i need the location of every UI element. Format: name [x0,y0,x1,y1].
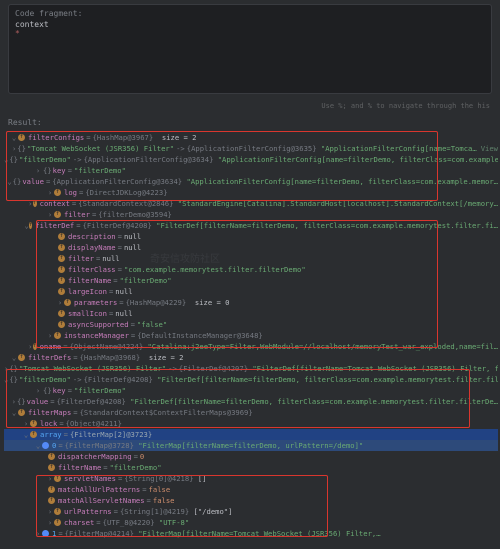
object-icon [42,530,49,537]
field-icon: f [58,255,65,262]
field-icon: f [18,409,25,416]
chevron-down-icon[interactable] [4,154,8,165]
field-icon: f [54,189,61,196]
field-icon: f [54,475,61,482]
node-log[interactable]: flog={DirectJDKLog@4223} [4,187,498,198]
chevron-down-icon[interactable] [7,176,11,187]
chevron-right-icon[interactable] [56,297,64,308]
node-fc-entry0[interactable]: {}"Tomcat WebSocket (JSR356) Filter"->{A… [4,143,498,154]
node-dispatcherMapping[interactable]: fdispatcherMapping=0 [4,451,498,462]
field-icon: f [29,222,32,229]
field-icon: f [58,277,65,284]
field-icon: f [58,266,65,273]
node-fm-filterName[interactable]: ffilterName="filterDemo" [4,462,498,473]
chevron-right-icon[interactable] [46,473,54,484]
chevron-right-icon[interactable] [46,187,54,198]
node-fc-entry1[interactable]: {}"filterDemo"->{ApplicationFilterConfig… [4,154,498,165]
field-icon: f [58,310,65,317]
node-asyncSupported[interactable]: fasyncSupported="false" [4,319,498,330]
node-array[interactable]: farray={FilterMap[2]@3723} [4,429,498,440]
chevron-down-icon[interactable] [34,440,42,451]
node-fd-e1-key[interactable]: {}key="filterDemo" [4,385,498,396]
node-array-0[interactable]: 0={FilterMap@3728} "FilterMap[filterName… [4,440,498,451]
field-icon: f [58,288,65,295]
view-link[interactable]: View [481,143,498,154]
node-context[interactable]: fcontext={StandardContext@2846} "Standar… [4,198,498,209]
node-filter[interactable]: ffilter={filterDemo@3594} [4,209,498,220]
node-displayName[interactable]: fdisplayName=null [4,242,498,253]
field-icon: f [58,244,65,251]
node-filterClass[interactable]: ffilterClass="com.example.memorytest.fil… [4,264,498,275]
chevron-down-icon[interactable] [4,374,8,385]
history-hint: Use %; and % to navigate through the his [321,102,490,110]
node-filterDef[interactable]: ffilterDef={FilterDef@4208} "FilterDef[f… [4,220,498,231]
node-filterDefs[interactable]: ffilterDefs={HashMap@3968} size = 2 [4,352,498,363]
node-servletNames[interactable]: fservletNames={String[0]@4218} [] [4,473,498,484]
code-fragment-input[interactable]: context [15,20,485,29]
node-lock[interactable]: flock={Object@4211} [4,418,498,429]
field-icon: f [30,420,37,427]
chevron-down-icon[interactable] [10,407,18,418]
chevron-right-icon[interactable] [12,143,16,154]
chevron-down-icon[interactable] [10,132,18,143]
node-fd-entry0[interactable]: {}"Tomcat WebSocket (JSR356) Filter"->{F… [4,363,498,374]
field-icon: f [54,332,61,339]
field-icon: f [48,497,55,504]
code-fragment-caret: * [15,29,485,38]
field-icon: f [18,134,25,141]
chevron-right-icon[interactable] [22,418,30,429]
field-icon: f [64,299,71,306]
node-charset[interactable]: fcharset={UTF_8@4220} "UTF-8" [4,517,498,528]
chevron-right-icon[interactable] [4,363,8,374]
code-fragment-label: Code fragment: [15,9,485,18]
node-largeIcon[interactable]: flargeIcon=null [4,286,498,297]
field-icon: f [30,431,37,438]
node-matchAllServletNames[interactable]: fmatchAllServletNames=false [4,495,498,506]
code-fragment-panel: Code fragment: context * [8,4,492,94]
field-icon: f [48,464,55,471]
chevron-right-icon[interactable] [12,396,16,407]
field-icon: f [48,453,55,460]
field-icon: f [58,233,65,240]
result-label: Result: [8,118,42,127]
chevron-right-icon[interactable] [46,517,54,528]
node-filterMaps[interactable]: ffilterMaps={StandardContext$ContextFilt… [4,407,498,418]
node-fd-e1-value[interactable]: {}value={FilterDef@4208} "FilterDef[filt… [4,396,498,407]
field-icon: f [58,321,65,328]
field-icon: f [54,519,61,526]
chevron-right-icon[interactable] [46,506,54,517]
node-array-1[interactable]: 1={FilterMap@4214} "FilterMap[filterName… [4,528,498,539]
chevron-down-icon[interactable] [10,352,18,363]
node-fc-e1-value[interactable]: {}value={ApplicationFilterConfig@3634} "… [4,176,498,187]
node-smallIcon[interactable]: fsmallIcon=null [4,308,498,319]
field-icon: f [18,354,25,361]
node-fc-e1-key[interactable]: {}key="filterDemo" [4,165,498,176]
field-icon: f [33,200,37,207]
result-tree[interactable]: ffilterConfigs={HashMap@3967} size = 2 {… [4,132,498,545]
chevron-right-icon[interactable] [34,165,42,176]
chevron-right-icon[interactable] [28,198,33,209]
chevron-right-icon[interactable] [46,209,54,220]
chevron-right-icon[interactable] [46,330,54,341]
node-parameters[interactable]: fparameters={HashMap@4229} size = 0 [4,297,498,308]
object-icon [42,442,49,449]
field-icon: f [48,486,55,493]
node-description[interactable]: fdescription=null [4,231,498,242]
field-icon: f [54,211,61,218]
field-icon: f [33,343,37,350]
chevron-right-icon[interactable] [28,341,33,352]
node-filterConfigs[interactable]: ffilterConfigs={HashMap@3967} size = 2 [4,132,498,143]
chevron-down-icon[interactable] [22,429,30,440]
chevron-right-icon[interactable] [34,528,42,539]
node-filter-inner[interactable]: ffilter=null [4,253,498,264]
node-fd-entry1[interactable]: {}"filterDemo"->{FilterDef@4208} "Filter… [4,374,498,385]
node-matchAllUrlPatterns[interactable]: fmatchAllUrlPatterns=false [4,484,498,495]
node-urlPatterns[interactable]: furlPatterns={String[1]@4219} ["/demo"] [4,506,498,517]
chevron-right-icon[interactable] [34,385,42,396]
node-oname[interactable]: foname={ObjectName@4224} "Catalina:j2eeT… [4,341,498,352]
node-filterName[interactable]: ffilterName="filterDemo" [4,275,498,286]
field-icon: f [54,508,61,515]
node-instanceManager[interactable]: finstanceManager={DefaultInstanceManager… [4,330,498,341]
